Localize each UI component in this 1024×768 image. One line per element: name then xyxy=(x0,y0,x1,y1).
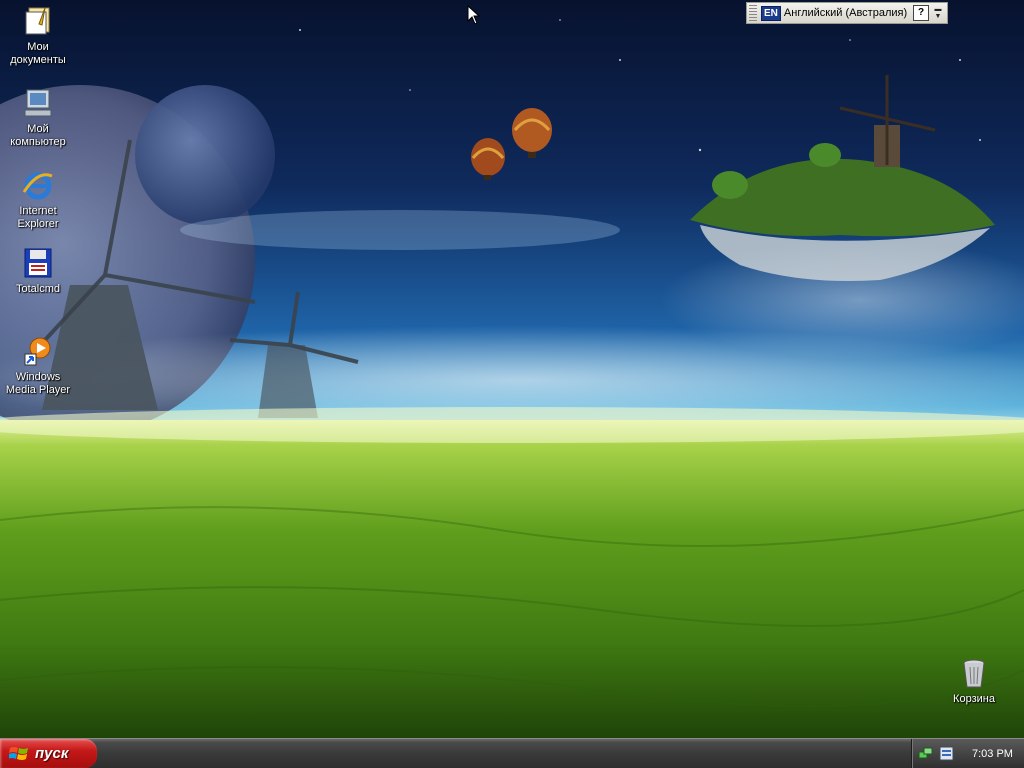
desktop-icon-windows-media-player[interactable]: Windows Media Player xyxy=(0,334,76,397)
clock[interactable]: 7:03 PM xyxy=(972,748,1013,760)
desktop-icon-label: Корзина xyxy=(953,693,995,705)
desktop-icon-recycle-bin[interactable]: Корзина xyxy=(936,656,1012,706)
desktop-icon-label: Мой компьютер xyxy=(10,123,66,148)
desktop-icon-label: Internet Explorer xyxy=(17,205,59,230)
start-button[interactable]: пуск xyxy=(0,739,97,768)
my-documents-icon xyxy=(21,4,55,38)
start-label: пуск xyxy=(35,745,69,762)
drag-grip-icon[interactable] xyxy=(749,5,757,21)
help-icon[interactable]: ? xyxy=(913,5,929,21)
minimize-icon: ▬ xyxy=(934,6,942,13)
language-bar[interactable]: EN Английский (Австралия) ? ▬ ▼ xyxy=(746,2,948,24)
windows-media-player-icon xyxy=(21,334,55,368)
language-code[interactable]: EN xyxy=(761,5,781,21)
internet-explorer-icon xyxy=(21,168,55,202)
desktop-icon-my-documents[interactable]: Мои документы xyxy=(0,4,76,67)
totalcmd-icon xyxy=(21,246,55,280)
chevron-down-icon: ▼ xyxy=(934,13,942,20)
desktop-icon-label: Totalcmd xyxy=(15,283,61,295)
desktop-icon-internet-explorer[interactable]: Internet Explorer xyxy=(0,168,76,231)
taskbar: пуск 7:03 PM xyxy=(0,738,1024,768)
desktop-icon-totalcmd[interactable]: Totalcmd xyxy=(0,246,76,296)
windows-logo-icon xyxy=(8,745,29,763)
desktop-icon-my-computer[interactable]: Мой компьютер xyxy=(0,86,76,149)
mouse-cursor-icon xyxy=(467,4,481,25)
desktop-icon-label: Windows Media Player xyxy=(5,371,71,396)
my-computer-icon xyxy=(21,86,55,120)
language-bar-options-button[interactable]: ▬ ▼ xyxy=(933,6,943,20)
volume-icon[interactable] xyxy=(939,746,954,761)
desktop-wallpaper xyxy=(0,0,1024,738)
network-icon[interactable] xyxy=(918,746,933,761)
desktop-icon-label: Мои документы xyxy=(10,41,66,66)
system-tray: 7:03 PM xyxy=(911,739,1024,768)
language-name[interactable]: Английский (Австралия) xyxy=(784,7,913,19)
recycle-bin-icon xyxy=(957,656,991,690)
